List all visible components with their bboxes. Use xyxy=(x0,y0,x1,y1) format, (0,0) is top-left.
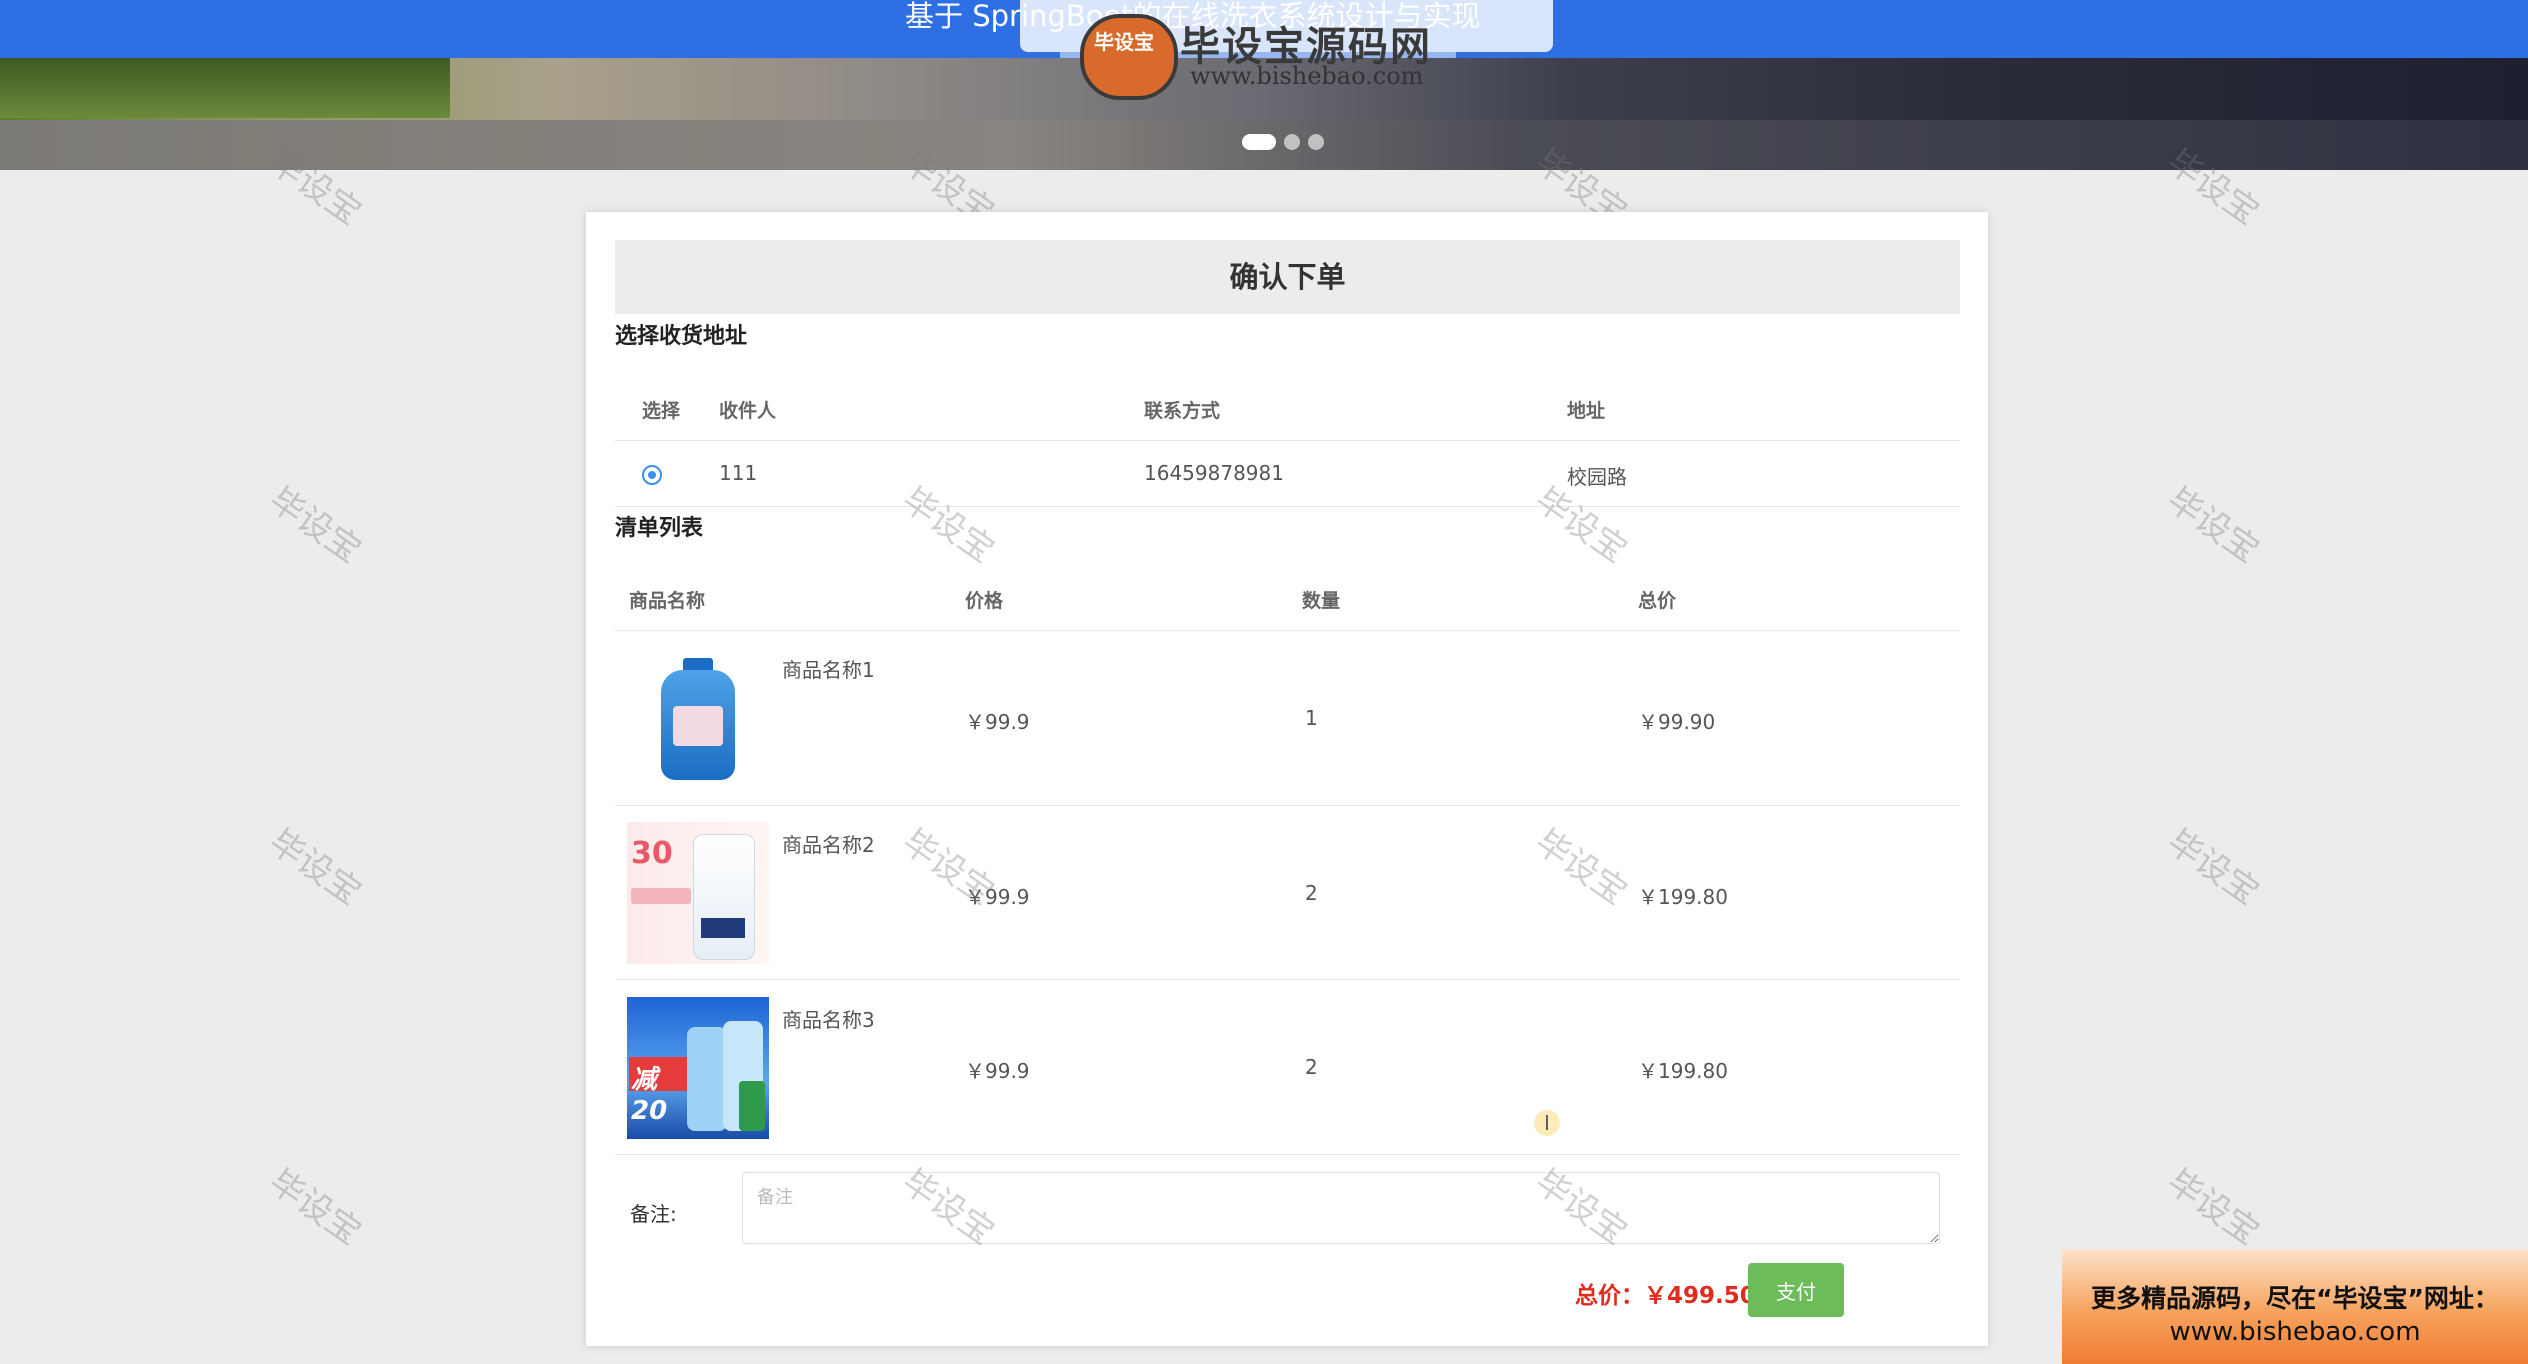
promo-line-1: 更多精品源码，尽在“毕设宝”网址： xyxy=(2091,1284,2499,1313)
divider xyxy=(615,979,1960,980)
col-select: 选择 xyxy=(642,400,681,422)
order-heading: 确认下单 xyxy=(615,240,1960,314)
address-recipient: 111 xyxy=(719,461,758,485)
divider xyxy=(615,805,1960,806)
logo-badge: 毕设宝 xyxy=(1094,30,1154,54)
text-cursor-icon: I xyxy=(1534,1110,1560,1136)
col-quantity: 数量 xyxy=(1302,590,1341,612)
remark-label: 备注: xyxy=(630,1202,677,1226)
watermark: 毕设宝 xyxy=(2159,1161,2267,1254)
remark-input[interactable] xyxy=(742,1172,1940,1244)
product-name-2[interactable]: 商品名称2 xyxy=(782,829,875,858)
product-name-1[interactable]: 商品名称1 xyxy=(782,654,875,683)
watermark: 毕设宝 xyxy=(261,479,369,572)
items-section-title: 清单列表 xyxy=(615,516,704,541)
logo-url: www.bishebao.com xyxy=(1190,62,1424,90)
product-image-2[interactable]: 30 xyxy=(627,822,769,964)
logo-icon: 毕设宝 xyxy=(1080,14,1178,100)
product-price-3: ￥99.9 xyxy=(965,1059,1030,1083)
address-section-title: 选择收货地址 xyxy=(615,324,748,349)
col-product-name: 商品名称 xyxy=(629,590,706,612)
divider xyxy=(615,630,1960,631)
product-image-1[interactable] xyxy=(627,648,769,790)
order-total: 总价：￥499.50 xyxy=(1575,1283,1756,1309)
watermark: 毕设宝 xyxy=(2159,821,2267,914)
product-qty-1: 1 xyxy=(1305,706,1318,730)
product-image-3[interactable]: 减20 xyxy=(627,997,769,1139)
col-subtotal: 总价 xyxy=(1638,590,1677,612)
col-address: 地址 xyxy=(1567,400,1606,422)
address-radio[interactable] xyxy=(642,465,662,485)
carousel-dot-3[interactable] xyxy=(1308,134,1324,150)
promo-line-2[interactable]: www.bishebao.com xyxy=(2062,1317,2528,1347)
product-name-3[interactable]: 商品名称3 xyxy=(782,1004,875,1033)
product-qty-3: 2 xyxy=(1305,1055,1318,1079)
carousel-indicators xyxy=(1242,134,1332,154)
pay-button[interactable]: 支付 xyxy=(1748,1263,1844,1317)
watermark: 毕设宝 xyxy=(261,821,369,914)
carousel-dot-1[interactable] xyxy=(1242,134,1276,150)
divider xyxy=(615,1154,1960,1155)
banner-trees xyxy=(0,58,450,118)
address-phone: 16459878981 xyxy=(1144,461,1284,485)
product-subtotal-1: ￥99.90 xyxy=(1638,710,1716,734)
product-qty-2: 2 xyxy=(1305,881,1318,905)
watermark: 毕设宝 xyxy=(2159,479,2267,572)
divider xyxy=(615,440,1960,441)
product-price-2: ￥99.9 xyxy=(965,885,1030,909)
col-recipient: 收件人 xyxy=(719,400,777,422)
product-price-1: ￥99.9 xyxy=(965,710,1030,734)
col-price: 价格 xyxy=(965,590,1004,612)
col-phone: 联系方式 xyxy=(1144,400,1221,422)
watermark: 毕设宝 xyxy=(261,1161,369,1254)
product-subtotal-3: ￥199.80 xyxy=(1638,1059,1728,1083)
address-text: 校园路 xyxy=(1567,465,1627,489)
divider xyxy=(615,506,1960,507)
product-subtotal-2: ￥199.80 xyxy=(1638,885,1728,909)
carousel-dot-2[interactable] xyxy=(1284,134,1300,150)
order-card: 确认下单 选择收货地址 选择 收件人 联系方式 地址 111 164598789… xyxy=(586,212,1988,1346)
promo-ad[interactable]: 更多精品源码，尽在“毕设宝”网址： www.bishebao.com xyxy=(2062,1249,2528,1364)
